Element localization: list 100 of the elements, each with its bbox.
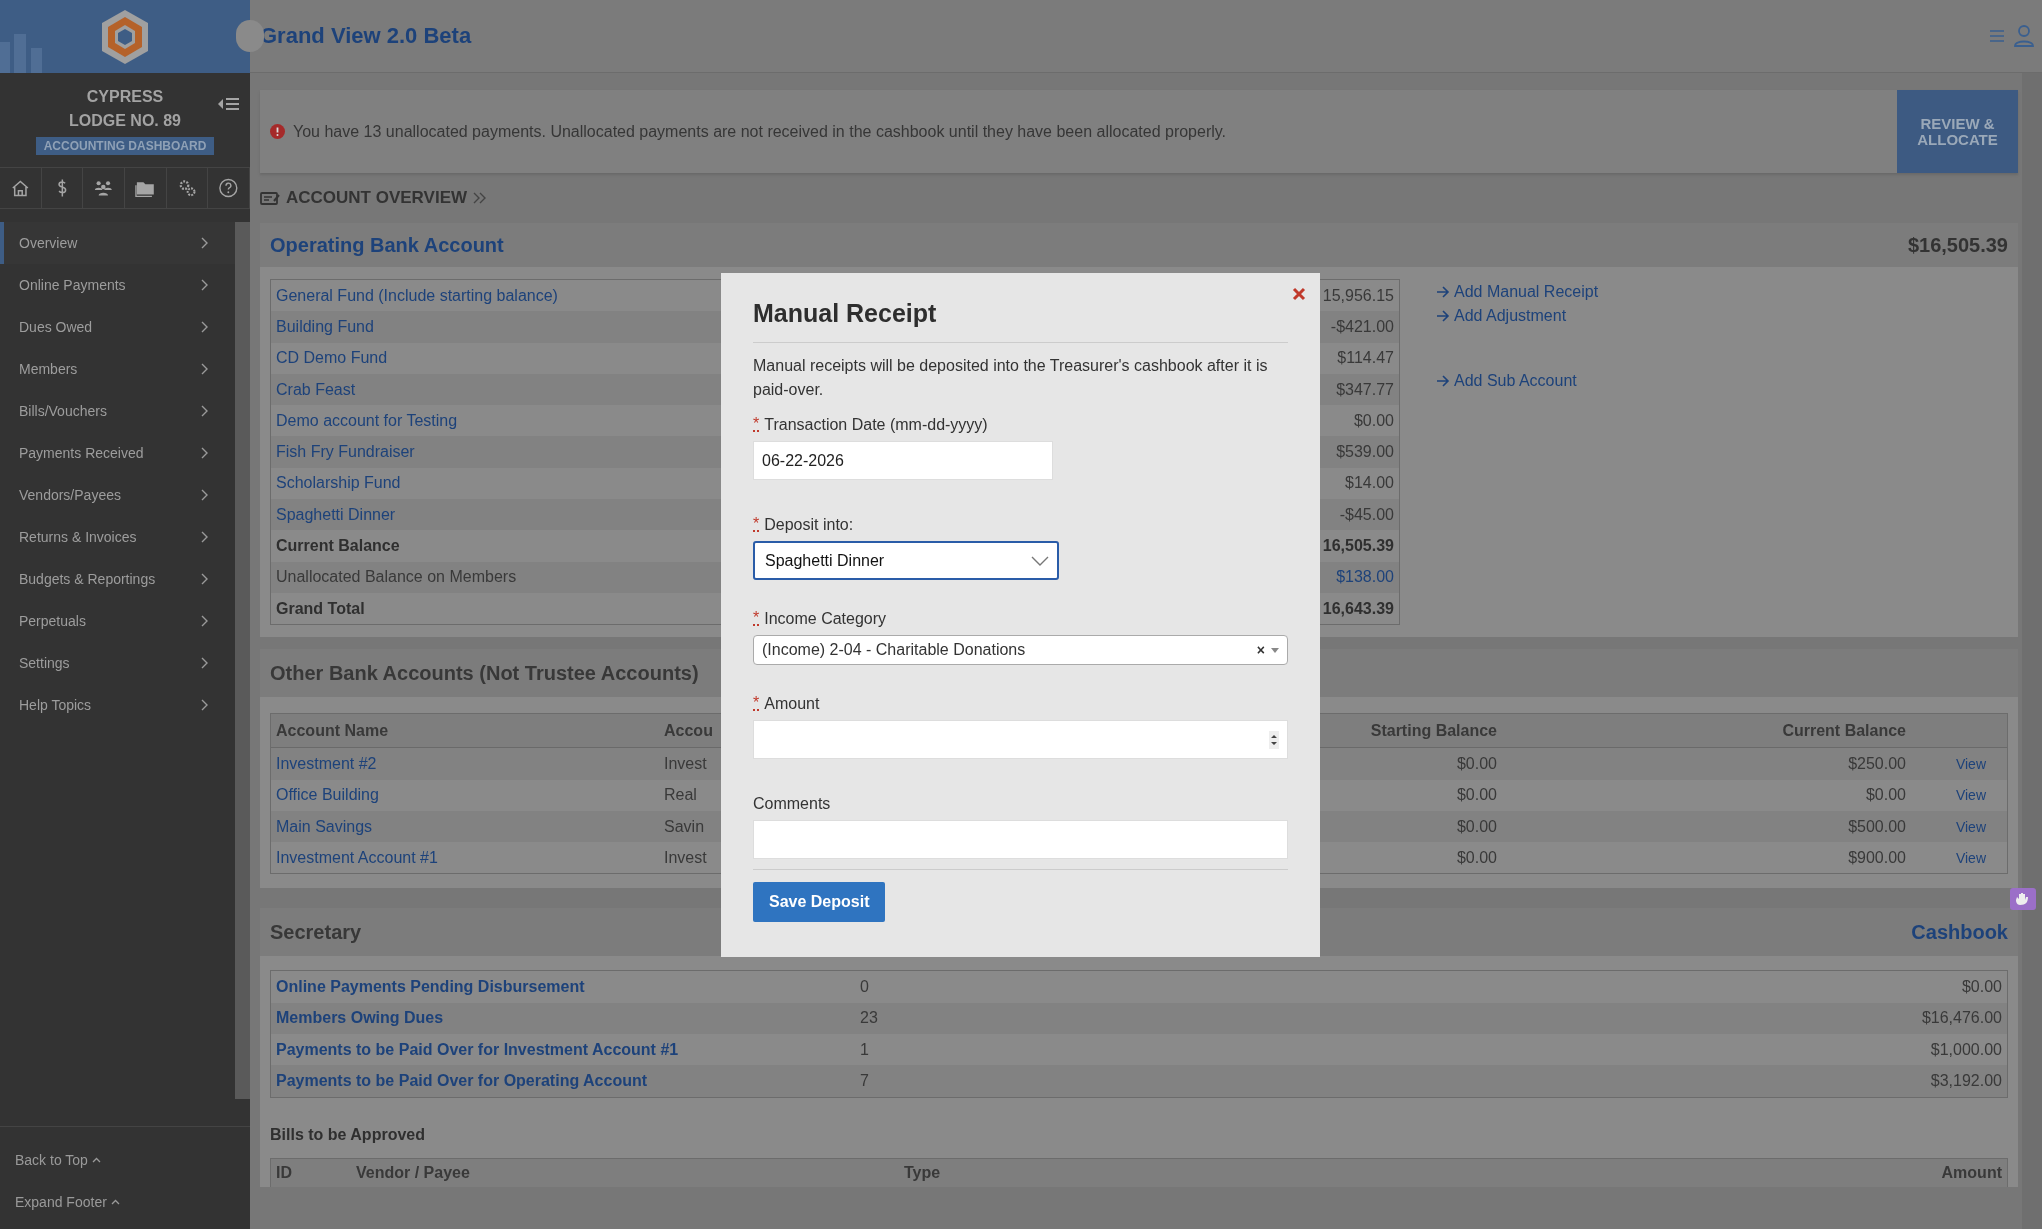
arrow-icon [1436, 286, 1450, 298]
account-link[interactable]: Main Savings [276, 817, 373, 835]
view-link[interactable]: View [1955, 818, 1986, 835]
chevron-icon [201, 531, 209, 543]
amount-field[interactable] [753, 720, 1288, 759]
fund-link[interactable]: Demo account for Testing [276, 411, 458, 430]
review-allocate-button[interactable]: REVIEW & ALLOCATE [1897, 90, 2018, 173]
table-cell: $0.00 [1456, 848, 1497, 866]
comments-field[interactable] [753, 820, 1288, 859]
view-link[interactable]: View [1955, 787, 1986, 804]
table-cell: $0.00 [1456, 754, 1497, 772]
save-deposit-button[interactable]: Save Deposit [753, 882, 886, 922]
nav-item[interactable]: Budgets & Reportings [0, 558, 235, 600]
chevron-icon [201, 699, 209, 711]
nav-item[interactable]: Settings [0, 642, 235, 684]
action-link[interactable]: Add Manual Receipt [1436, 280, 1599, 304]
balance-amount[interactable]: $138.00 [1336, 568, 1394, 587]
caret-icon [1271, 647, 1279, 653]
chevron-icon [1031, 555, 1049, 566]
account-link[interactable]: Investment Account #1 [276, 848, 438, 866]
table-cell: 23 [860, 1009, 878, 1027]
fund-link[interactable]: Crab Feast [276, 380, 356, 399]
scrollbar[interactable] [235, 222, 250, 1099]
nav-item[interactable]: Payments Received [0, 432, 235, 474]
chevron-icon [201, 573, 209, 585]
deposit-select[interactable]: Spaghetti Dinner [753, 541, 1059, 580]
spinner-icon[interactable] [1269, 730, 1279, 749]
fund-link[interactable]: Building Fund [276, 317, 374, 336]
column-header: Type [904, 1163, 941, 1181]
fund-link[interactable]: Spaghetti Dinner [276, 505, 396, 524]
chevron-icon [201, 615, 209, 627]
fund-link[interactable]: General Fund (Include starting balance) [276, 286, 558, 305]
summary-link[interactable]: Payments to be Paid Over for Investment Account #1 [276, 1040, 679, 1058]
app-title: Grand View 2.0 Beta [260, 23, 472, 49]
caret-icon [91, 1157, 101, 1163]
collapse-menu-icon[interactable] [218, 97, 240, 111]
action-link[interactable]: Add Sub Account [1436, 369, 1599, 393]
required-mark: * [753, 612, 760, 626]
chevron-icon [201, 489, 209, 501]
section-title: Bills to be Approved [270, 1125, 425, 1144]
balance-amount: 16,505.39 [1322, 537, 1394, 555]
scrollbar[interactable] [2022, 73, 2042, 1229]
column-header: Amount [1941, 1163, 2002, 1181]
balance-label: Current Balance [276, 537, 400, 555]
footer-link[interactable]: Expand Footer [0, 1181, 120, 1223]
nav-item[interactable]: Dues Owed [0, 306, 235, 348]
nav-item[interactable]: Members [0, 348, 235, 390]
summary-link[interactable]: Payments to be Paid Over for Operating Account [276, 1072, 648, 1089]
chevron-icon [201, 237, 209, 249]
column-header: Current Balance [1782, 721, 1906, 739]
hand-icon-button[interactable] [2010, 888, 2036, 910]
table-cell: $0.00 [1961, 978, 2002, 997]
balance-amount: $114.47 [1337, 349, 1394, 368]
nav-item[interactable]: Vendors/Payees [0, 474, 235, 516]
required-mark: * [753, 418, 760, 432]
required-mark: * [753, 697, 760, 711]
ledger-icon [260, 191, 280, 205]
fund-link[interactable]: Scholarship Fund [276, 474, 401, 493]
summary-link[interactable]: Online Payments Pending Disbursement [276, 978, 585, 996]
category-select[interactable]: (Income) 2-04 - Charitable Donations × [753, 635, 1288, 665]
date-field[interactable]: 06-22-2026 [753, 441, 1053, 480]
action-link[interactable]: Add Adjustment [1436, 304, 1599, 328]
balance-amount: 16,643.39 [1322, 599, 1394, 618]
account-link[interactable]: Investment #2 [276, 754, 377, 772]
view-link[interactable]: View [1955, 849, 1986, 866]
balance-amount: $347.77 [1336, 380, 1394, 399]
table-cell: $3,192.00 [1930, 1072, 2002, 1090]
chevron-icon [201, 279, 209, 291]
table-cell: 0 [860, 978, 869, 996]
table-cell: $1,000.00 [1930, 1040, 2002, 1059]
summary-link[interactable]: Members Owing Dues [276, 1009, 444, 1027]
balance-amount: $14.00 [1345, 474, 1394, 493]
table-cell: 7 [860, 1072, 869, 1089]
balance-amount: -$421.00 [1330, 317, 1394, 336]
nav-item[interactable]: Bills/Vouchers [0, 390, 235, 432]
lodge-name: CYPRESS [86, 86, 164, 107]
panel-title[interactable]: Operating Bank Account [270, 233, 504, 257]
arrow-icon [1436, 310, 1450, 322]
field-label: Income Category [764, 610, 887, 628]
account-link[interactable]: Office Building [276, 786, 379, 804]
chevron-icon [201, 447, 209, 459]
fund-link[interactable]: CD Demo Fund [276, 349, 388, 368]
table-cell: $500.00 [1848, 817, 1906, 835]
fund-link[interactable]: Fish Fry Fundraiser [276, 443, 415, 462]
nav-item[interactable]: Help Topics [0, 684, 235, 726]
logo-icon [100, 8, 150, 65]
dialog-description: Manual receipts will be deposited into the Treasurer's cashbook after it is paid-over. [753, 356, 1269, 400]
balance-amount: $0.00 [1353, 411, 1394, 430]
nav-item[interactable]: Online Payments [0, 264, 235, 306]
nav-item[interactable]: Returns & Invoices [0, 516, 235, 558]
nav-item[interactable]: Perpetuals [0, 600, 235, 642]
close-icon[interactable] [1292, 287, 1306, 301]
table-cell: $250.00 [1848, 754, 1906, 772]
cashbook-link[interactable]: Cashbook [1911, 920, 2008, 944]
view-link[interactable]: View [1955, 755, 1986, 772]
table-cell: Real [664, 786, 697, 804]
chevron-icon [201, 363, 209, 375]
section-heading: ACCOUNT OVERVIEW [286, 188, 468, 208]
footer-link[interactable]: Back to Top [0, 1139, 101, 1181]
double-chevron-icon[interactable] [473, 192, 488, 204]
